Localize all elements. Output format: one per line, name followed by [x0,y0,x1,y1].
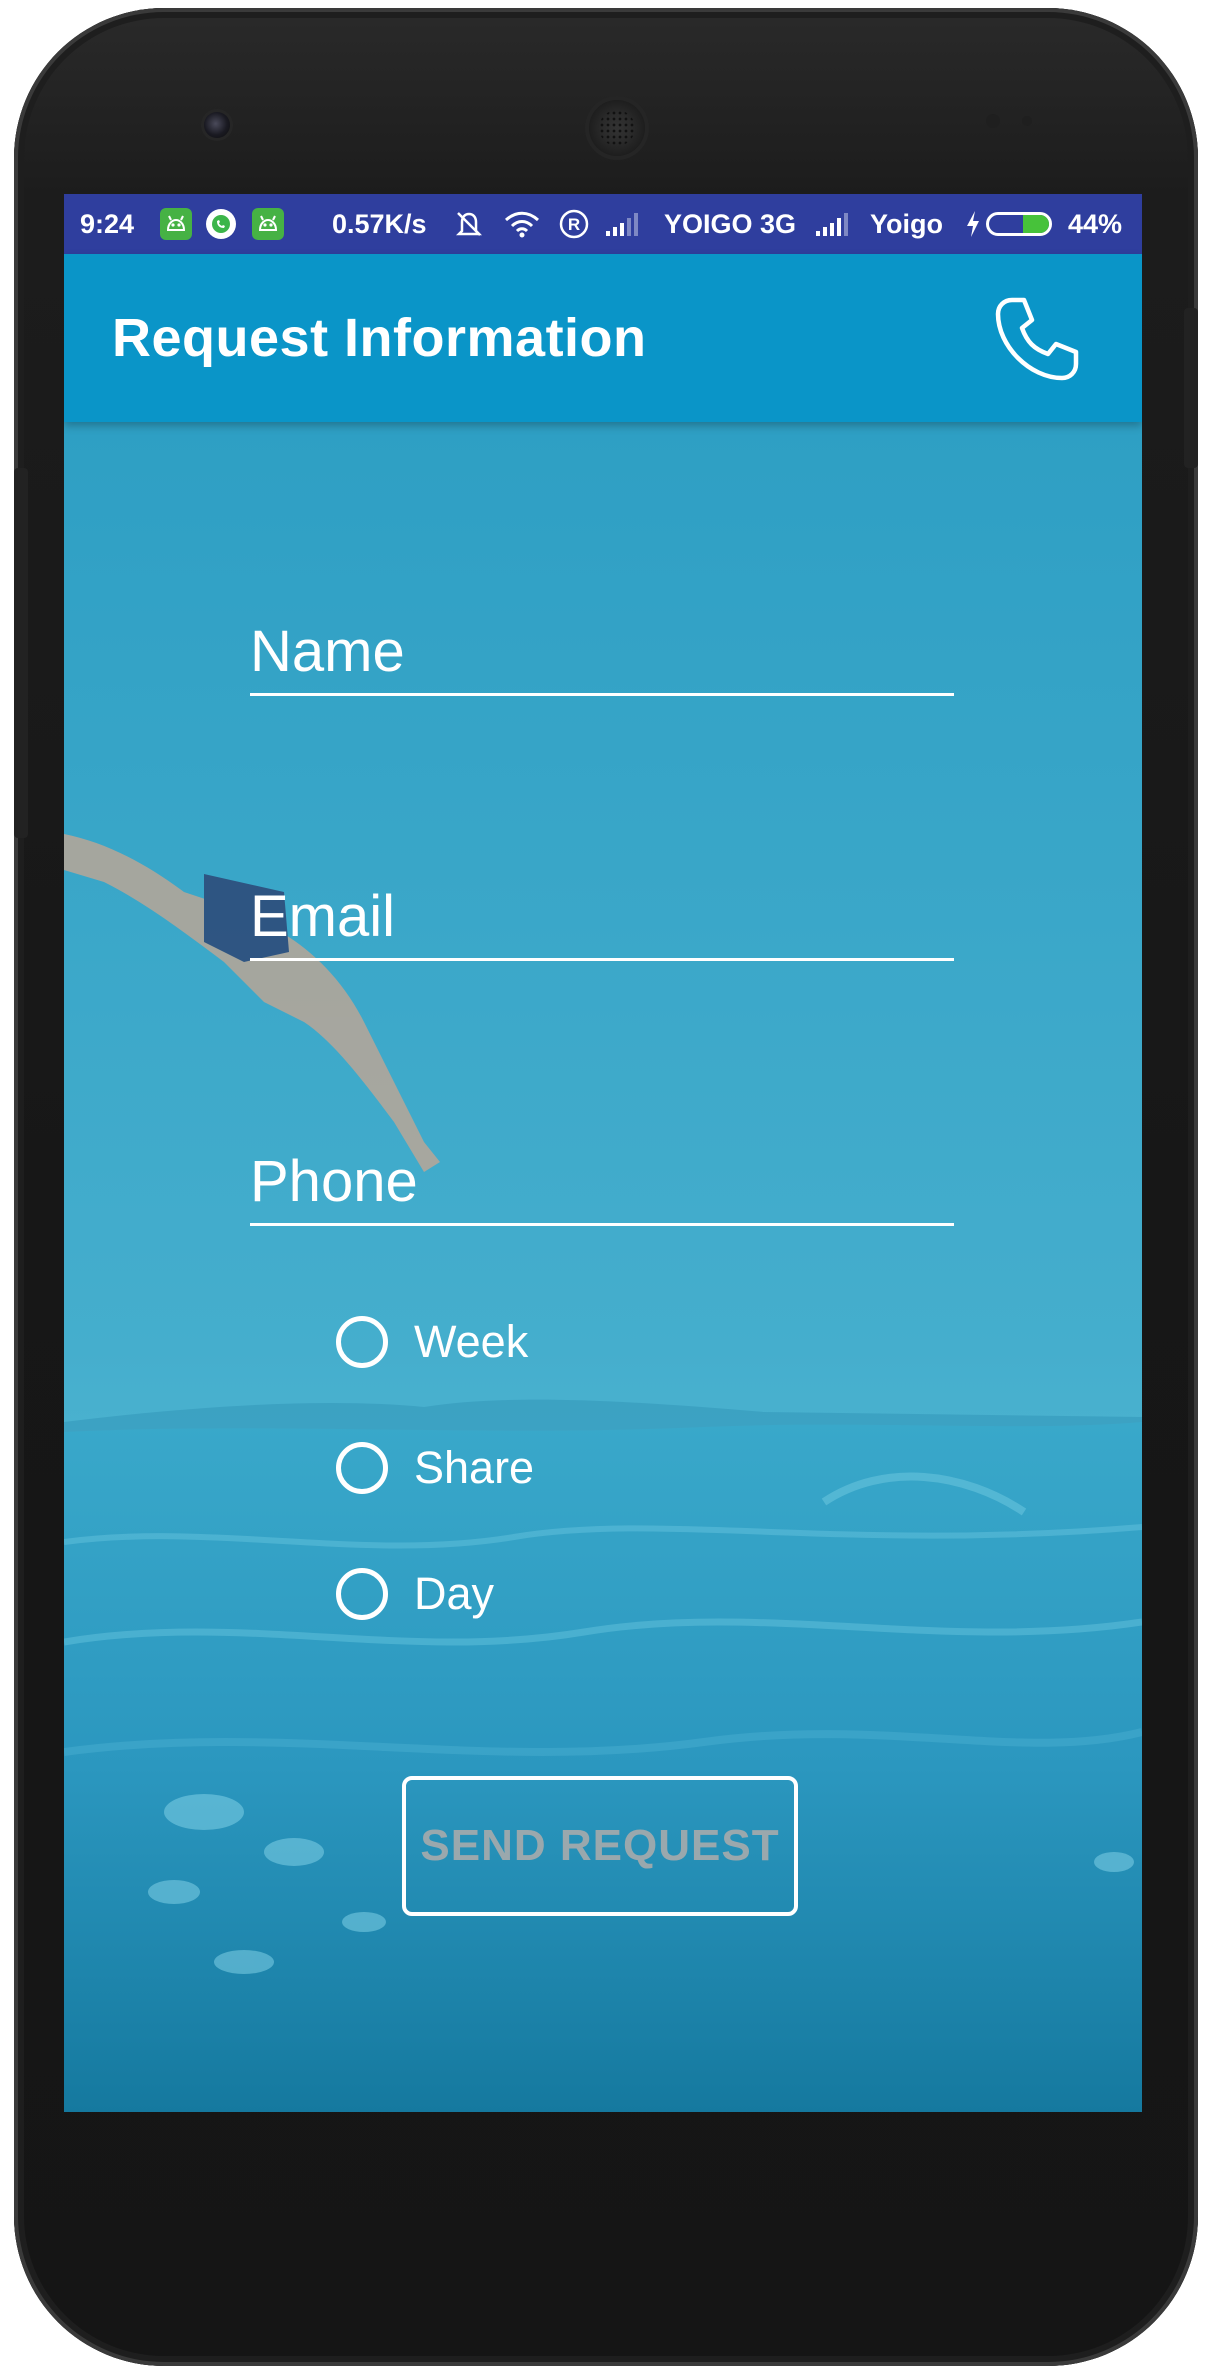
carrier-secondary: Yoigo [870,208,943,239]
send-request-button[interactable]: SEND REQUEST [402,1776,798,1916]
status-time: 9:24 [80,208,135,239]
call-button[interactable] [988,290,1084,386]
battery-percent: 44% [1068,208,1123,239]
status-bar: 9:24 0.57K/s R YOIGO 3G Yoigo 44% [64,194,1142,254]
proximity-sensor [986,114,1000,128]
svg-text:R: R [568,215,580,234]
android-notification-icon [252,194,284,254]
email-field[interactable] [250,861,954,961]
android-notification-icon [160,194,192,254]
light-sensor [1022,116,1032,126]
wifi-icon [502,194,542,254]
earpiece-speaker [589,100,645,156]
battery-icon [986,212,1052,236]
roaming-icon: R [558,194,590,254]
phone-input[interactable] [250,1148,954,1215]
battery-level [1022,215,1049,233]
phone-icon [995,297,1079,381]
radio-option-day[interactable]: Day [336,1564,494,1624]
phone-field[interactable] [250,1126,954,1226]
whatsapp-icon [206,194,236,254]
carrier-primary: YOIGO 3G [664,208,797,239]
radio-label: Share [414,1442,535,1493]
app-toolbar: Request Information [64,254,1142,422]
radio-option-week[interactable]: Week [336,1312,528,1372]
charging-icon [964,194,982,254]
signal-icon [604,194,640,254]
volume-button [14,468,28,838]
email-input[interactable] [250,883,954,950]
power-button [1184,308,1198,468]
name-input[interactable] [250,618,954,685]
app-screen: 9:24 0.57K/s R YOIGO 3G Yoigo 44% Reques… [64,194,1142,2112]
network-speed: 0.57K/s [332,208,427,239]
name-field[interactable] [250,596,954,696]
page-title: Request Information [112,308,647,368]
radio-label: Day [414,1568,495,1619]
mute-icon [452,194,486,254]
radio-button[interactable] [336,1442,388,1494]
radio-option-share[interactable]: Share [336,1438,534,1498]
radio-label: Week [414,1316,529,1367]
radio-button[interactable] [336,1316,388,1368]
front-camera [204,112,230,138]
signal-icon [814,194,850,254]
radio-button[interactable] [336,1568,388,1620]
